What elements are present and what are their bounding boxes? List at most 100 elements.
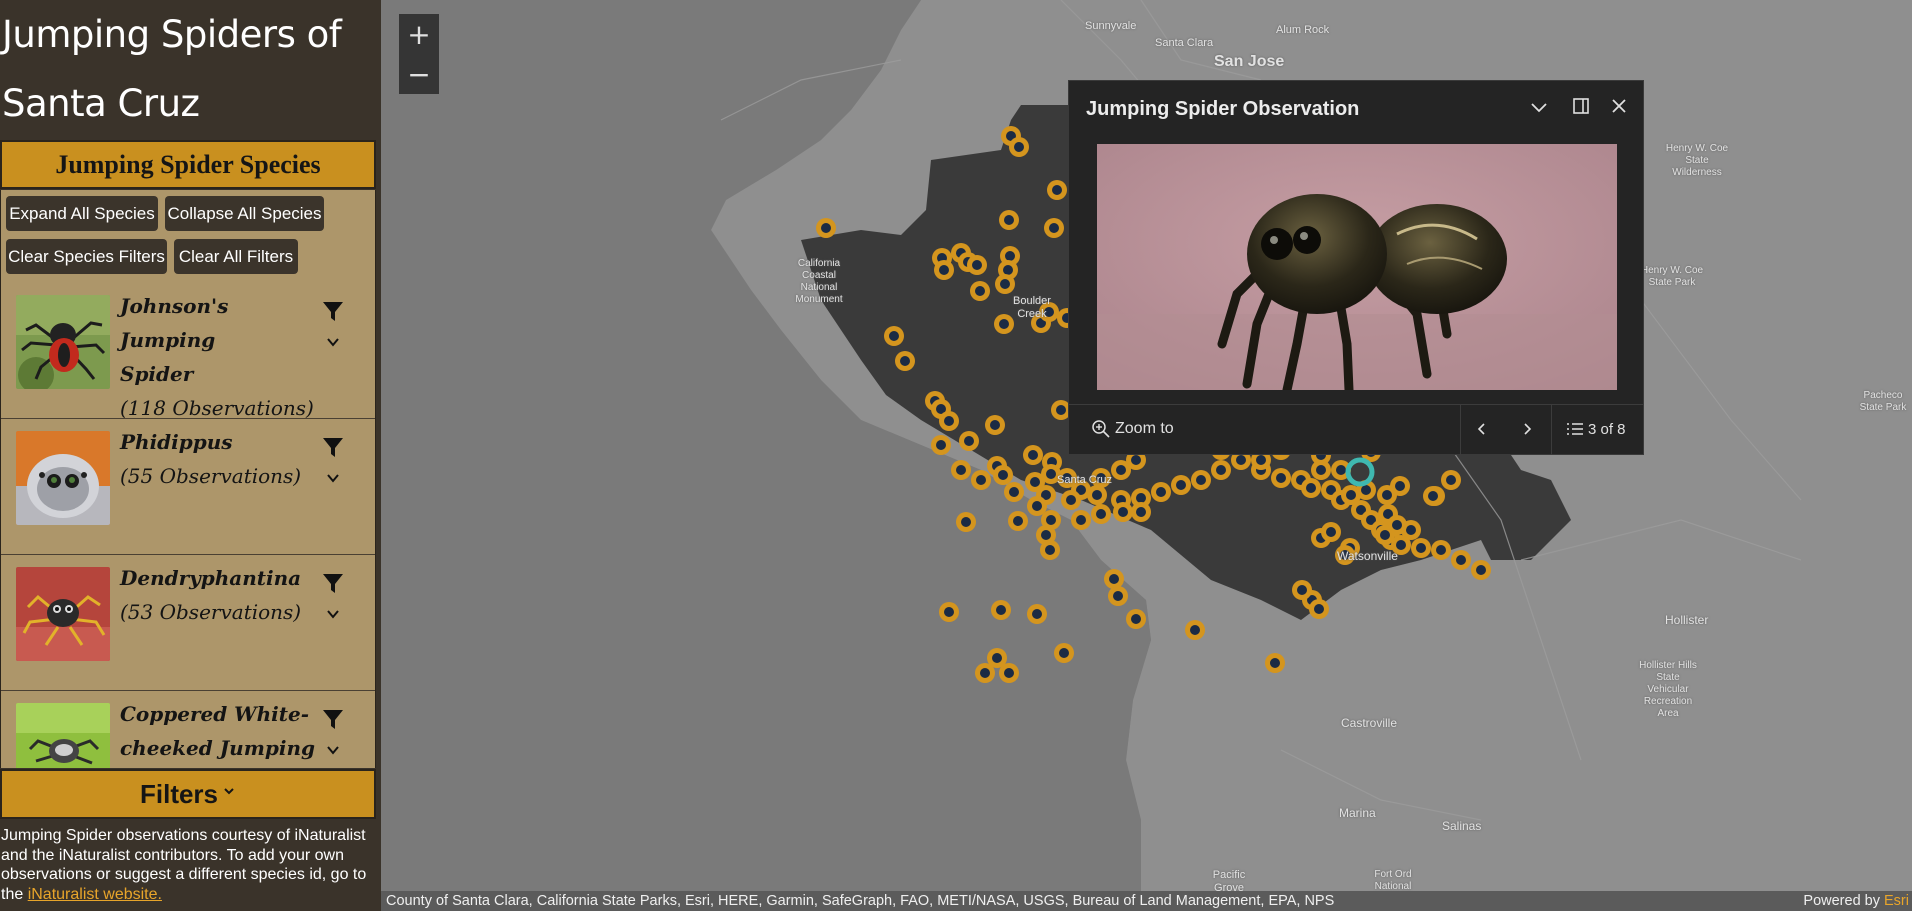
map-label-california-coastal: California Coastal National Monument xyxy=(795,258,843,305)
powered-by-label: Powered by xyxy=(1803,893,1885,909)
observation-marker-dot xyxy=(1118,507,1128,517)
observation-marker-dot xyxy=(1346,490,1356,500)
observation-marker-dot xyxy=(998,470,1008,480)
feature-pager[interactable]: 3 of 8 xyxy=(1566,420,1626,438)
observation-marker-dot xyxy=(1428,491,1438,501)
observation-marker-dot xyxy=(1004,215,1014,225)
observation-marker-dot xyxy=(1049,223,1059,233)
zoom-to-action[interactable]: Zoom to xyxy=(1091,419,1174,439)
previous-feature-icon[interactable] xyxy=(1474,421,1490,437)
popup-title: Jumping Spider Observation xyxy=(1086,98,1360,120)
attribution-text: County of Santa Clara, California State … xyxy=(386,893,1335,909)
observation-marker-dot xyxy=(944,607,954,617)
zoom-out-button[interactable]: − xyxy=(399,54,439,94)
observation-marker-dot xyxy=(1456,555,1466,565)
observation-marker-dot xyxy=(1076,515,1086,525)
observation-marker-dot xyxy=(1113,591,1123,601)
observation-marker-dot xyxy=(1136,507,1146,517)
observation-marker-dot xyxy=(1276,473,1286,483)
observation-marker-dot xyxy=(1326,527,1336,537)
species-thumbnail xyxy=(16,703,110,768)
observation-marker-dot xyxy=(996,605,1006,615)
map-label-santa-clara: Santa Clara xyxy=(1155,37,1214,49)
species-section-header: Jumping Spider Species xyxy=(0,140,376,189)
observation-marker-dot xyxy=(1005,251,1015,261)
dock-icon[interactable] xyxy=(1572,97,1590,115)
observation-marker-dot xyxy=(1297,585,1307,595)
observation-marker-dot xyxy=(1041,530,1051,540)
collapse-icon[interactable] xyxy=(1530,98,1548,116)
observation-marker-dot xyxy=(1306,483,1316,493)
clear-species-filters-button[interactable]: Clear Species Filters xyxy=(6,239,167,274)
filters-toggle[interactable]: Filters xyxy=(0,769,376,819)
esri-link[interactable]: Esri xyxy=(1884,893,1909,909)
inaturalist-link[interactable]: iNaturalist website. xyxy=(28,886,162,903)
species-name: Coppered White- xyxy=(120,702,310,726)
observation-marker-dot xyxy=(1116,465,1126,475)
observation-marker-dot xyxy=(976,475,986,485)
attribution-bar: County of Santa Clara, California State … xyxy=(381,891,1912,911)
map-label-hollister-hills: Hollister Hills State Vehicular Recreati… xyxy=(1639,660,1697,719)
species-thumbnail xyxy=(16,295,110,389)
chevron-down-icon[interactable] xyxy=(326,607,340,621)
observation-marker-dot xyxy=(1004,668,1014,678)
species-item[interactable]: Johnson's Jumping Spider (118 Observatio… xyxy=(1,283,375,420)
observation-marker-dot xyxy=(1382,490,1392,500)
chevron-down-icon[interactable] xyxy=(326,743,340,757)
filter-icon[interactable] xyxy=(321,571,345,595)
observation-marker-dot xyxy=(1013,516,1023,526)
observation-marker-dot xyxy=(1092,490,1102,500)
observation-marker-dot xyxy=(1446,475,1456,485)
close-icon[interactable] xyxy=(1610,97,1628,115)
zoom-in-button[interactable]: + xyxy=(399,14,439,54)
observation-photo xyxy=(1097,144,1617,390)
filter-icon[interactable] xyxy=(321,435,345,459)
collapse-all-species-button[interactable]: Collapse All Species xyxy=(165,196,324,231)
map-label-san-jose: San Jose xyxy=(1214,53,1285,70)
next-feature-icon[interactable] xyxy=(1519,421,1535,437)
observation-marker-dot xyxy=(1009,487,1019,497)
zoom-controls: + − xyxy=(399,14,439,94)
species-thumbnail xyxy=(16,567,110,661)
observation-marker-dot xyxy=(1196,475,1206,485)
species-item[interactable]: Dendryphantina (53 Observations) xyxy=(1,555,375,691)
observation-marker-dot xyxy=(1014,142,1024,152)
observation-marker-dot xyxy=(1056,405,1066,415)
map-label-marina: Marina xyxy=(1339,806,1376,820)
species-name-cont: Spider xyxy=(120,362,194,386)
observation-popup: Jumping Spider Observation Zoom to 3 of … xyxy=(1068,80,1644,455)
observation-marker-dot xyxy=(1003,265,1013,275)
observation-marker-dot xyxy=(1336,465,1346,475)
observation-marker-dot xyxy=(1046,515,1056,525)
observation-marker-dot xyxy=(1416,543,1426,553)
species-name-cont: cheeked Jumping xyxy=(120,736,315,760)
observation-marker-dot xyxy=(1136,493,1146,503)
map-label-salinas: Salinas xyxy=(1442,819,1482,833)
clear-all-filters-button[interactable]: Clear All Filters xyxy=(174,239,298,274)
species-item[interactable]: Phidippus (55 Observations) xyxy=(1,419,375,555)
observation-marker-dot xyxy=(900,356,910,366)
observation-marker-dot xyxy=(1096,509,1106,519)
observation-marker-dot xyxy=(1176,480,1186,490)
expand-all-species-button[interactable]: Expand All Species xyxy=(6,196,158,231)
observation-marker-dot xyxy=(1032,501,1042,511)
list-icon xyxy=(1567,423,1583,435)
observation-marker-dot xyxy=(936,440,946,450)
observation-marker-dot xyxy=(992,653,1002,663)
observation-marker-dot xyxy=(821,223,831,233)
observation-marker-dot xyxy=(1052,185,1062,195)
species-name: Phidippus xyxy=(120,430,233,454)
chevron-down-icon[interactable] xyxy=(326,471,340,485)
filters-label: Filters xyxy=(139,778,219,809)
observation-marker-dot xyxy=(990,420,1000,430)
observation-marker-dot xyxy=(939,265,949,275)
filter-icon[interactable] xyxy=(321,707,345,731)
observation-marker-dot xyxy=(1190,625,1200,635)
observation-marker-dot xyxy=(1066,495,1076,505)
observation-marker-dot xyxy=(1045,545,1055,555)
filter-icon[interactable] xyxy=(321,299,345,323)
chevron-down-icon[interactable] xyxy=(326,335,340,349)
observation-marker-dot xyxy=(1316,465,1326,475)
species-list-panel[interactable]: Expand All Species Collapse All Species … xyxy=(0,190,376,768)
species-item[interactable]: Coppered White- cheeked Jumping xyxy=(1,691,375,768)
